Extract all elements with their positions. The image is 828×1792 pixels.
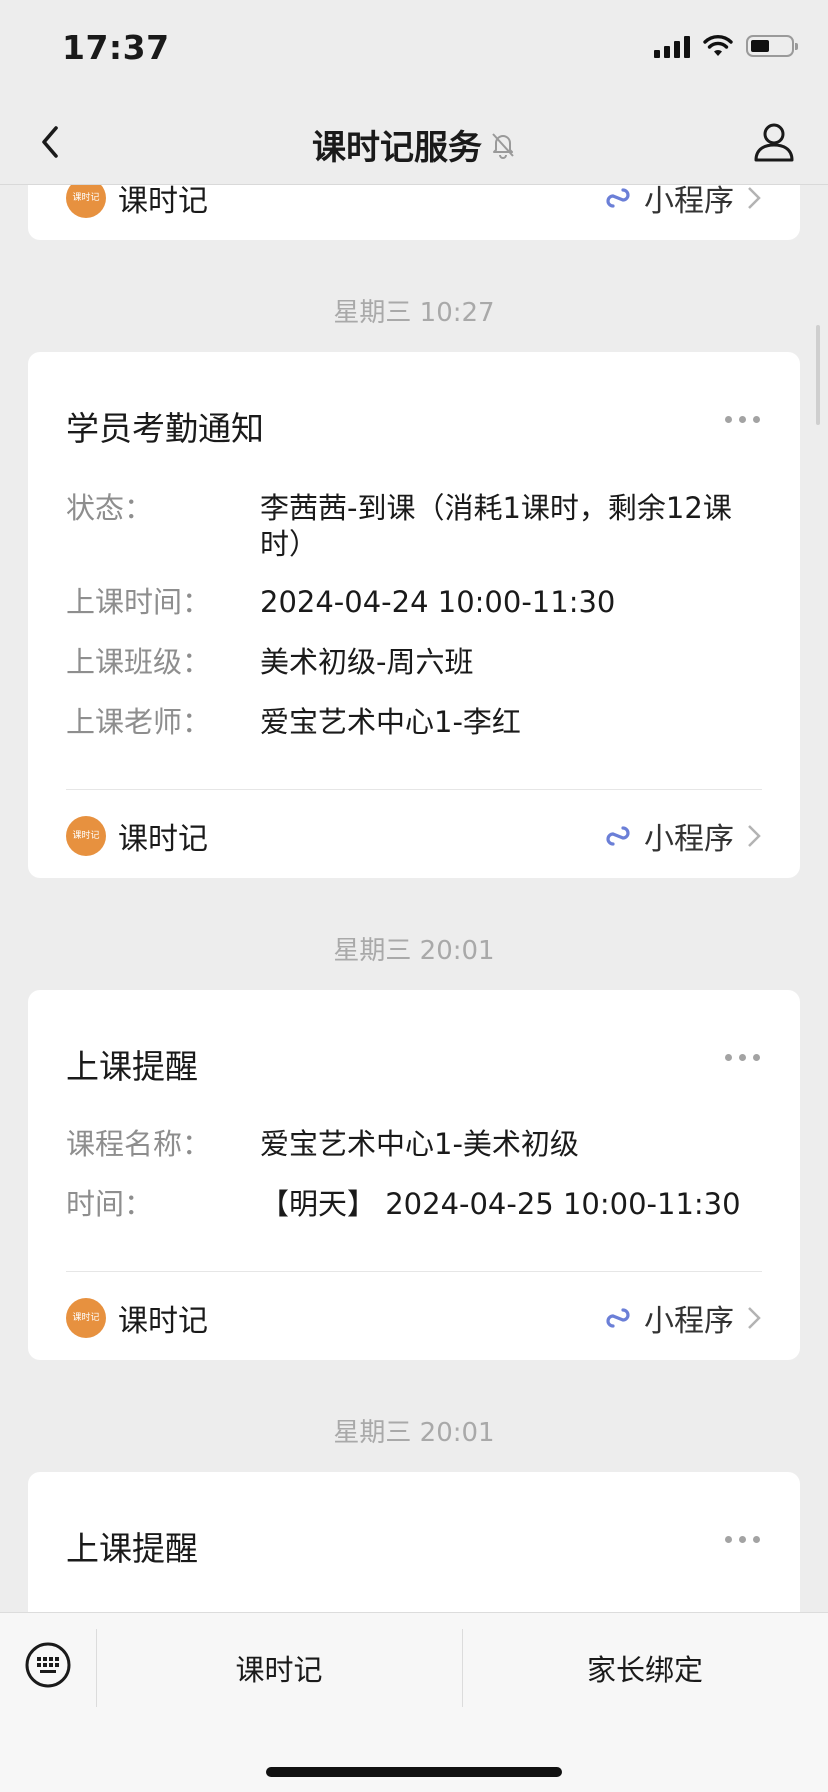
scroll-indicator[interactable] — [816, 325, 820, 425]
chevron-right-icon — [748, 825, 761, 847]
row-label: 时间： — [66, 1187, 154, 1221]
card-title: 上课提醒 — [66, 1529, 198, 1568]
cellular-signal-icon — [654, 34, 690, 58]
mini-program-icon — [606, 188, 630, 208]
chat-screen: 课时记 课时记 小程序 星期三 10:27 学员考勤通知 状态： 李茜茜-到课（… — [0, 0, 828, 1792]
app-name: 课时记 — [118, 822, 208, 857]
card-divider — [66, 789, 762, 790]
card-title: 学员考勤通知 — [66, 409, 264, 448]
row-label: 上课老师： — [66, 705, 212, 739]
profile-icon[interactable] — [750, 118, 798, 166]
message-card-attendance[interactable]: 学员考勤通知 状态： 李茜茜-到课（消耗1课时，剩余12课时） 上课时间： 20… — [28, 352, 800, 878]
home-indicator — [266, 1767, 562, 1777]
status-icons — [654, 34, 798, 58]
chat-title: 课时记服务 — [312, 120, 516, 169]
mini-program-icon — [606, 826, 630, 846]
row-value: 美术初级-周六班 — [260, 645, 474, 679]
menu-item-parent-binding[interactable]: 家长绑定 — [462, 1647, 828, 1689]
mini-program-link[interactable]: 小程序 — [602, 814, 764, 858]
card-title: 上课提醒 — [66, 1047, 198, 1086]
muted-bell-icon — [492, 132, 514, 159]
navigation-bar: 课时记服务 — [0, 100, 828, 185]
status-bar: 17:37 — [0, 0, 828, 100]
row-value: 李茜茜-到课（消耗1课时，剩余12课时） — [260, 491, 732, 561]
wifi-icon — [703, 35, 733, 56]
card-app-source[interactable]: 课时记 课时记 — [66, 814, 208, 858]
card-divider — [66, 1271, 762, 1272]
mini-program-link[interactable]: 小程序 — [602, 1296, 764, 1340]
card-row-class-group: 上课班级： 美术初级-周六班 — [66, 644, 762, 680]
row-value: 爱宝艺术中心1-李红 — [260, 705, 521, 739]
message-timestamp: 星期三 10:27 — [333, 298, 495, 328]
row-label: 课程名称： — [66, 1127, 212, 1161]
row-value: 爱宝艺术中心1-美术初级 — [260, 1127, 579, 1161]
row-label: 上课时间： — [66, 585, 212, 619]
chat-title-text: 课时记服务 — [312, 128, 482, 168]
card-row-course-name: 课程名称： 爱宝艺术中心1-美术初级 — [66, 1126, 762, 1162]
card-app-source[interactable]: 课时记 课时记 — [66, 1296, 208, 1340]
message-card-class-reminder[interactable]: 上课提醒 课程名称： 爱宝艺术中心1-美术初级 时间： 【明天】 2024-04… — [28, 990, 800, 1360]
message-timestamp: 星期三 20:01 — [333, 1418, 495, 1448]
app-avatar-icon: 课时记 — [66, 816, 106, 856]
row-value: 【明天】 2024-04-25 10:00-11:30 — [260, 1187, 741, 1221]
chevron-right-icon — [748, 187, 761, 209]
mini-program-label: 小程序 — [644, 822, 734, 857]
battery-icon — [746, 35, 798, 57]
row-value: 2024-04-24 10:00-11:30 — [260, 585, 616, 619]
card-row-status: 状态： 李茜茜-到课（消耗1课时，剩余12课时） — [66, 490, 762, 562]
keyboard-icon[interactable] — [24, 1641, 72, 1689]
menu-item-keshiji[interactable]: 课时记 — [96, 1647, 462, 1689]
message-timestamp: 星期三 20:01 — [333, 936, 495, 966]
card-row-class-time: 上课时间： 2024-04-24 10:00-11:30 — [66, 584, 762, 620]
mini-program-icon — [606, 1308, 630, 1328]
mini-program-label: 小程序 — [644, 1304, 734, 1339]
app-name: 课时记 — [118, 1304, 208, 1339]
more-options-icon[interactable] — [725, 416, 760, 423]
status-time: 17:37 — [62, 28, 170, 67]
chevron-right-icon — [748, 1307, 761, 1329]
row-label: 上课班级： — [66, 645, 212, 679]
card-row-teacher: 上课老师： 爱宝艺术中心1-李红 — [66, 704, 762, 740]
bottom-menu-bar: 课时记 家长绑定 — [0, 1612, 828, 1792]
row-label: 状态： — [66, 491, 154, 525]
more-options-icon[interactable] — [725, 1054, 760, 1061]
app-avatar-icon: 课时记 — [66, 1298, 106, 1338]
card-row-time: 时间： 【明天】 2024-04-25 10:00-11:30 — [66, 1186, 762, 1222]
more-options-icon[interactable] — [725, 1536, 760, 1543]
